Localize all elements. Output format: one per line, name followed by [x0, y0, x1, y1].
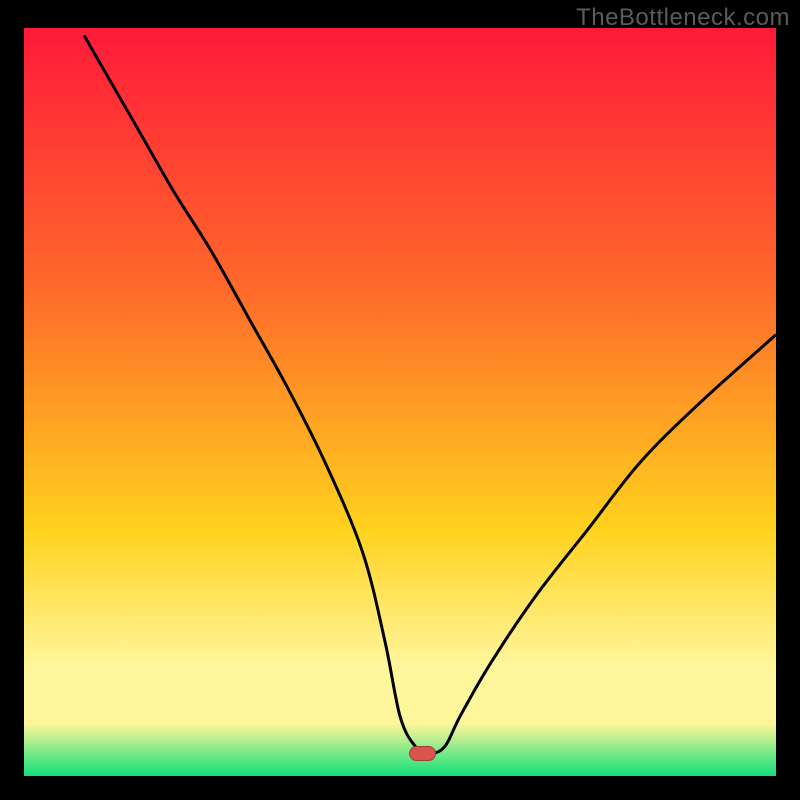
watermark-text: TheBottleneck.com [576, 4, 790, 32]
chart-frame: TheBottleneck.com [0, 0, 800, 800]
bottleneck-chart [24, 28, 776, 776]
gradient-background [24, 28, 776, 776]
plot-area [24, 28, 776, 776]
optimal-point-marker [410, 747, 436, 761]
